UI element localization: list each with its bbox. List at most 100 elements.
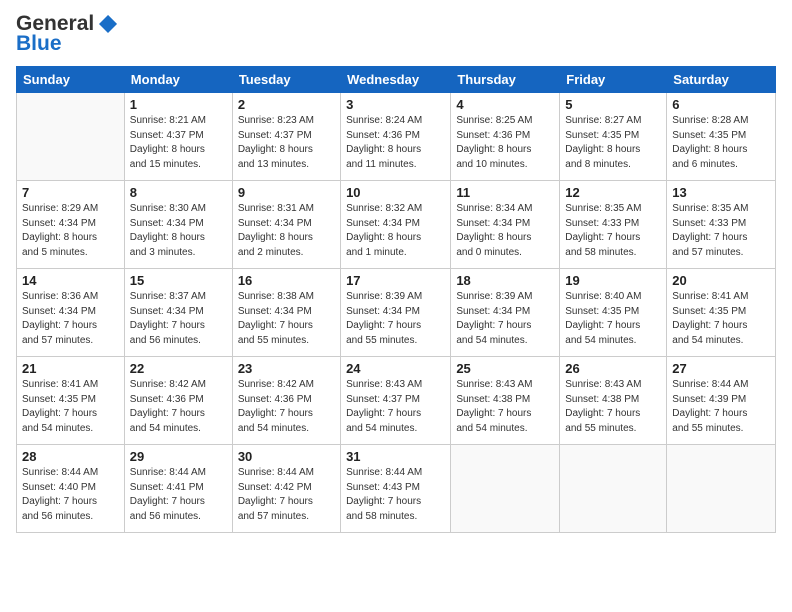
day-info: Sunrise: 8:21 AM Sunset: 4:37 PM Dayligh… [130,114,227,172]
calendar-week-3: 14 Sunrise: 8:36 AM Sunset: 4:34 PM Dayli… [17,269,776,357]
day-number: 7 [22,185,119,200]
calendar-cell: 6Sunrise: 8:28 AM Sunset: 4:35 PM Daylig… [667,93,776,181]
day-number: 15 [130,273,227,288]
day-info: Sunrise: 8:28 AM Sunset: 4:35 PM Dayligh… [672,114,770,172]
calendar-cell: 10 Sunrise: 8:32 AM Sunset: 4:34 PM Dayli… [341,181,451,269]
day-info: Sunrise: 8:39 AM Sunset: 4:34 PM Dayligh… [346,290,445,348]
calendar-header-row: SundayMondayTuesdayWednesdayThursdayFrid… [17,67,776,93]
day-info: Sunrise: 8:44 AM Sunset: 4:39 PM Dayligh… [672,378,770,436]
day-info: Sunrise: 8:25 AM Sunset: 4:36 PM Dayligh… [456,114,554,172]
calendar-week-1: 1Sunrise: 8:21 AM Sunset: 4:37 PM Daylig… [17,93,776,181]
day-info: Sunrise: 8:44 AM Sunset: 4:41 PM Dayligh… [130,466,227,524]
day-number: 17 [346,273,445,288]
calendar-cell: 8 Sunrise: 8:30 AM Sunset: 4:34 PM Daylig… [124,181,232,269]
day-info: Sunrise: 8:35 AM Sunset: 4:33 PM Dayligh… [672,202,770,260]
day-number: 22 [130,361,227,376]
day-info: Sunrise: 8:38 AM Sunset: 4:34 PM Dayligh… [238,290,335,348]
calendar-cell: 16Sunrise: 8:38 AM Sunset: 4:34 PM Dayli… [232,269,340,357]
calendar-cell: 20Sunrise: 8:41 AM Sunset: 4:35 PM Dayli… [667,269,776,357]
day-info: Sunrise: 8:35 AM Sunset: 4:33 PM Dayligh… [565,202,661,260]
day-number: 2 [238,97,335,112]
day-number: 25 [456,361,554,376]
calendar-cell: 22 Sunrise: 8:42 AM Sunset: 4:36 PM Dayli… [124,357,232,445]
calendar-week-2: 7 Sunrise: 8:29 AM Sunset: 4:34 PM Daylig… [17,181,776,269]
page: General Blue SundayMondayTuesdayWednesda… [0,0,792,612]
calendar-cell: 24 Sunrise: 8:43 AM Sunset: 4:37 PM Dayli… [341,357,451,445]
calendar-cell [17,93,125,181]
weekday-header-saturday: Saturday [667,67,776,93]
day-number: 10 [346,185,445,200]
calendar-week-5: 28 Sunrise: 8:44 AM Sunset: 4:40 PM Dayli… [17,445,776,533]
calendar-cell: 7 Sunrise: 8:29 AM Sunset: 4:34 PM Daylig… [17,181,125,269]
day-info: Sunrise: 8:41 AM Sunset: 4:35 PM Dayligh… [22,378,119,436]
calendar-cell: 9 Sunrise: 8:31 AM Sunset: 4:34 PM Daylig… [232,181,340,269]
calendar-cell: 11Sunrise: 8:34 AM Sunset: 4:34 PM Dayli… [451,181,560,269]
day-number: 27 [672,361,770,376]
day-number: 9 [238,185,335,200]
day-info: Sunrise: 8:37 AM Sunset: 4:34 PM Dayligh… [130,290,227,348]
calendar-week-4: 21 Sunrise: 8:41 AM Sunset: 4:35 PM Dayli… [17,357,776,445]
logo: General Blue [16,12,120,56]
day-info: Sunrise: 8:43 AM Sunset: 4:38 PM Dayligh… [565,378,661,436]
calendar-cell: 25 Sunrise: 8:43 AM Sunset: 4:38 PM Dayli… [451,357,560,445]
logo-flag-icon [97,13,119,35]
day-info: Sunrise: 8:24 AM Sunset: 4:36 PM Dayligh… [346,114,445,172]
day-info: Sunrise: 8:23 AM Sunset: 4:37 PM Dayligh… [238,114,335,172]
weekday-header-wednesday: Wednesday [341,67,451,93]
day-info: Sunrise: 8:34 AM Sunset: 4:34 PM Dayligh… [456,202,554,260]
calendar-cell [667,445,776,533]
calendar-cell [451,445,560,533]
day-number: 4 [456,97,554,112]
calendar-cell: 30Sunrise: 8:44 AM Sunset: 4:42 PM Dayli… [232,445,340,533]
day-info: Sunrise: 8:32 AM Sunset: 4:34 PM Dayligh… [346,202,445,260]
calendar-cell: 29 Sunrise: 8:44 AM Sunset: 4:41 PM Dayli… [124,445,232,533]
calendar-cell: 15 Sunrise: 8:37 AM Sunset: 4:34 PM Dayli… [124,269,232,357]
weekday-header-friday: Friday [560,67,667,93]
day-info: Sunrise: 8:44 AM Sunset: 4:40 PM Dayligh… [22,466,119,524]
day-number: 18 [456,273,554,288]
day-number: 23 [238,361,335,376]
day-number: 3 [346,97,445,112]
day-number: 26 [565,361,661,376]
day-number: 8 [130,185,227,200]
day-info: Sunrise: 8:42 AM Sunset: 4:36 PM Dayligh… [130,378,227,436]
calendar-table: SundayMondayTuesdayWednesdayThursdayFrid… [16,66,776,533]
day-info: Sunrise: 8:43 AM Sunset: 4:37 PM Dayligh… [346,378,445,436]
header: General Blue [16,12,776,56]
weekday-header-monday: Monday [124,67,232,93]
calendar-cell: 4 Sunrise: 8:25 AM Sunset: 4:36 PM Daylig… [451,93,560,181]
calendar-cell: 19 Sunrise: 8:40 AM Sunset: 4:35 PM Dayli… [560,269,667,357]
calendar-cell: 27 Sunrise: 8:44 AM Sunset: 4:39 PM Dayli… [667,357,776,445]
calendar-cell [560,445,667,533]
day-number: 14 [22,273,119,288]
calendar-cell: 3 Sunrise: 8:24 AM Sunset: 4:36 PM Daylig… [341,93,451,181]
calendar-cell: 2 Sunrise: 8:23 AM Sunset: 4:37 PM Daylig… [232,93,340,181]
day-number: 19 [565,273,661,288]
calendar-cell: 1Sunrise: 8:21 AM Sunset: 4:37 PM Daylig… [124,93,232,181]
weekday-header-thursday: Thursday [451,67,560,93]
day-info: Sunrise: 8:29 AM Sunset: 4:34 PM Dayligh… [22,202,119,260]
day-number: 12 [565,185,661,200]
day-number: 28 [22,449,119,464]
day-info: Sunrise: 8:36 AM Sunset: 4:34 PM Dayligh… [22,290,119,348]
day-number: 24 [346,361,445,376]
day-number: 30 [238,449,335,464]
day-info: Sunrise: 8:40 AM Sunset: 4:35 PM Dayligh… [565,290,661,348]
weekday-header-tuesday: Tuesday [232,67,340,93]
day-info: Sunrise: 8:31 AM Sunset: 4:34 PM Dayligh… [238,202,335,260]
calendar-cell: 12 Sunrise: 8:35 AM Sunset: 4:33 PM Dayli… [560,181,667,269]
calendar-cell: 23 Sunrise: 8:42 AM Sunset: 4:36 PM Dayli… [232,357,340,445]
calendar-cell: 28 Sunrise: 8:44 AM Sunset: 4:40 PM Dayli… [17,445,125,533]
calendar-cell: 5Sunrise: 8:27 AM Sunset: 4:35 PM Daylig… [560,93,667,181]
day-info: Sunrise: 8:43 AM Sunset: 4:38 PM Dayligh… [456,378,554,436]
day-info: Sunrise: 8:41 AM Sunset: 4:35 PM Dayligh… [672,290,770,348]
day-number: 29 [130,449,227,464]
logo-blue-text: Blue [16,32,62,56]
calendar-cell: 18Sunrise: 8:39 AM Sunset: 4:34 PM Dayli… [451,269,560,357]
day-info: Sunrise: 8:30 AM Sunset: 4:34 PM Dayligh… [130,202,227,260]
day-info: Sunrise: 8:27 AM Sunset: 4:35 PM Dayligh… [565,114,661,172]
day-number: 21 [22,361,119,376]
calendar-cell: 14 Sunrise: 8:36 AM Sunset: 4:34 PM Dayli… [17,269,125,357]
day-info: Sunrise: 8:42 AM Sunset: 4:36 PM Dayligh… [238,378,335,436]
calendar-cell: 26 Sunrise: 8:43 AM Sunset: 4:38 PM Dayli… [560,357,667,445]
